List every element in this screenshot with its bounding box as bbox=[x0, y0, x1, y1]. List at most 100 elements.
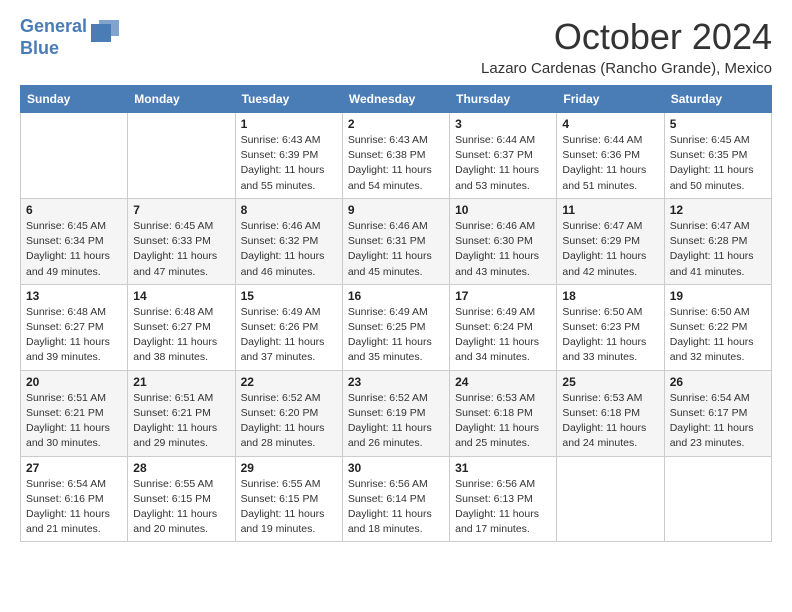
day-info: Sunrise: 6:49 AMSunset: 6:26 PMDaylight:… bbox=[241, 306, 325, 364]
logo: General Blue bbox=[20, 16, 119, 59]
calendar-cell: 18 Sunrise: 6:50 AMSunset: 6:23 PMDayligh… bbox=[557, 284, 664, 370]
calendar-cell: 25 Sunrise: 6:53 AMSunset: 6:18 PMDayligh… bbox=[557, 370, 664, 456]
calendar-cell: 24 Sunrise: 6:53 AMSunset: 6:18 PMDayligh… bbox=[450, 370, 557, 456]
weekday-header-wednesday: Wednesday bbox=[342, 86, 449, 113]
calendar-cell: 21 Sunrise: 6:51 AMSunset: 6:21 PMDayligh… bbox=[128, 370, 235, 456]
title-block: October 2024 Lazaro Cardenas (Rancho Gra… bbox=[481, 16, 772, 77]
calendar-cell: 15Sunrise: 6:49 AMSunset: 6:26 PMDayligh… bbox=[235, 284, 342, 370]
calendar-cell: 28 Sunrise: 6:55 AMSunset: 6:15 PMDayligh… bbox=[128, 456, 235, 542]
day-number: 26 bbox=[670, 375, 766, 389]
day-info: Sunrise: 6:46 AMSunset: 6:32 PMDaylight:… bbox=[241, 220, 325, 278]
day-number: 1 bbox=[241, 117, 337, 131]
calendar-cell: 10Sunrise: 6:46 AMSunset: 6:30 PMDayligh… bbox=[450, 198, 557, 284]
day-info: Sunrise: 6:51 AMSunset: 6:21 PMDaylight:… bbox=[133, 392, 217, 450]
calendar-cell: 19 Sunrise: 6:50 AMSunset: 6:22 PMDayligh… bbox=[664, 284, 771, 370]
day-number: 9 bbox=[348, 203, 444, 217]
day-info: Sunrise: 6:45 AMSunset: 6:34 PMDaylight:… bbox=[26, 220, 110, 278]
page-header: General Blue October 2024 Lazaro Cardena… bbox=[20, 16, 772, 77]
day-number: 14 bbox=[133, 289, 229, 303]
calendar-cell bbox=[557, 456, 664, 542]
day-number: 28 bbox=[133, 461, 229, 475]
calendar-cell: 3 Sunrise: 6:44 AMSunset: 6:37 PMDaylight… bbox=[450, 113, 557, 199]
calendar-cell: 7 Sunrise: 6:45 AMSunset: 6:33 PMDaylight… bbox=[128, 198, 235, 284]
weekday-header-thursday: Thursday bbox=[450, 86, 557, 113]
day-number: 7 bbox=[133, 203, 229, 217]
calendar-cell: 1Sunrise: 6:43 AMSunset: 6:39 PMDaylight… bbox=[235, 113, 342, 199]
calendar-cell: 23 Sunrise: 6:52 AMSunset: 6:19 PMDayligh… bbox=[342, 370, 449, 456]
calendar-cell: 13 Sunrise: 6:48 AMSunset: 6:27 PMDayligh… bbox=[21, 284, 128, 370]
day-info: Sunrise: 6:55 AMSunset: 6:15 PMDaylight:… bbox=[241, 478, 325, 536]
calendar-cell: 20 Sunrise: 6:51 AMSunset: 6:21 PMDayligh… bbox=[21, 370, 128, 456]
day-number: 27 bbox=[26, 461, 122, 475]
location-title: Lazaro Cardenas (Rancho Grande), Mexico bbox=[481, 60, 772, 77]
weekday-header-row: SundayMondayTuesdayWednesdayThursdayFrid… bbox=[21, 86, 772, 113]
day-number: 12 bbox=[670, 203, 766, 217]
day-info: Sunrise: 6:56 AMSunset: 6:13 PMDaylight:… bbox=[455, 478, 539, 536]
calendar-week-row: 6Sunrise: 6:45 AMSunset: 6:34 PMDaylight… bbox=[21, 198, 772, 284]
calendar-table: SundayMondayTuesdayWednesdayThursdayFrid… bbox=[20, 85, 772, 542]
day-info: Sunrise: 6:54 AMSunset: 6:16 PMDaylight:… bbox=[26, 478, 110, 536]
day-number: 13 bbox=[26, 289, 122, 303]
day-number: 3 bbox=[455, 117, 551, 131]
day-number: 17 bbox=[455, 289, 551, 303]
day-info: Sunrise: 6:48 AMSunset: 6:27 PMDaylight:… bbox=[133, 306, 217, 364]
calendar-cell: 5Sunrise: 6:45 AMSunset: 6:35 PMDaylight… bbox=[664, 113, 771, 199]
calendar-cell bbox=[664, 456, 771, 542]
weekday-header-friday: Friday bbox=[557, 86, 664, 113]
day-number: 18 bbox=[562, 289, 658, 303]
day-info: Sunrise: 6:44 AMSunset: 6:36 PMDaylight:… bbox=[562, 134, 646, 192]
day-info: Sunrise: 6:50 AMSunset: 6:22 PMDaylight:… bbox=[670, 306, 754, 364]
day-number: 29 bbox=[241, 461, 337, 475]
day-number: 4 bbox=[562, 117, 658, 131]
day-number: 10 bbox=[455, 203, 551, 217]
day-number: 31 bbox=[455, 461, 551, 475]
day-info: Sunrise: 6:51 AMSunset: 6:21 PMDaylight:… bbox=[26, 392, 110, 450]
calendar-cell: 22Sunrise: 6:52 AMSunset: 6:20 PMDayligh… bbox=[235, 370, 342, 456]
day-info: Sunrise: 6:47 AMSunset: 6:28 PMDaylight:… bbox=[670, 220, 754, 278]
calendar-cell: 26Sunrise: 6:54 AMSunset: 6:17 PMDayligh… bbox=[664, 370, 771, 456]
weekday-header-saturday: Saturday bbox=[664, 86, 771, 113]
calendar-week-row: 20 Sunrise: 6:51 AMSunset: 6:21 PMDayligh… bbox=[21, 370, 772, 456]
calendar-cell: 14 Sunrise: 6:48 AMSunset: 6:27 PMDayligh… bbox=[128, 284, 235, 370]
day-info: Sunrise: 6:46 AMSunset: 6:31 PMDaylight:… bbox=[348, 220, 432, 278]
day-info: Sunrise: 6:43 AMSunset: 6:38 PMDaylight:… bbox=[348, 134, 432, 192]
day-number: 16 bbox=[348, 289, 444, 303]
day-number: 25 bbox=[562, 375, 658, 389]
calendar-cell: 16Sunrise: 6:49 AMSunset: 6:25 PMDayligh… bbox=[342, 284, 449, 370]
day-number: 19 bbox=[670, 289, 766, 303]
day-info: Sunrise: 6:55 AMSunset: 6:15 PMDaylight:… bbox=[133, 478, 217, 536]
calendar-week-row: 27 Sunrise: 6:54 AMSunset: 6:16 PMDayligh… bbox=[21, 456, 772, 542]
month-title: October 2024 bbox=[481, 16, 772, 58]
day-info: Sunrise: 6:47 AMSunset: 6:29 PMDaylight:… bbox=[562, 220, 646, 278]
day-info: Sunrise: 6:48 AMSunset: 6:27 PMDaylight:… bbox=[26, 306, 110, 364]
day-info: Sunrise: 6:53 AMSunset: 6:18 PMDaylight:… bbox=[455, 392, 539, 450]
calendar-week-row: 1Sunrise: 6:43 AMSunset: 6:39 PMDaylight… bbox=[21, 113, 772, 199]
day-number: 11 bbox=[562, 203, 658, 217]
weekday-header-monday: Monday bbox=[128, 86, 235, 113]
day-info: Sunrise: 6:53 AMSunset: 6:18 PMDaylight:… bbox=[562, 392, 646, 450]
day-info: Sunrise: 6:45 AMSunset: 6:35 PMDaylight:… bbox=[670, 134, 754, 192]
day-number: 24 bbox=[455, 375, 551, 389]
day-info: Sunrise: 6:44 AMSunset: 6:37 PMDaylight:… bbox=[455, 134, 539, 192]
calendar-cell bbox=[128, 113, 235, 199]
calendar-cell: 12 Sunrise: 6:47 AMSunset: 6:28 PMDayligh… bbox=[664, 198, 771, 284]
day-number: 20 bbox=[26, 375, 122, 389]
weekday-header-sunday: Sunday bbox=[21, 86, 128, 113]
day-number: 2 bbox=[348, 117, 444, 131]
day-number: 23 bbox=[348, 375, 444, 389]
day-number: 21 bbox=[133, 375, 229, 389]
calendar-cell: 17Sunrise: 6:49 AMSunset: 6:24 PMDayligh… bbox=[450, 284, 557, 370]
calendar-cell: 6Sunrise: 6:45 AMSunset: 6:34 PMDaylight… bbox=[21, 198, 128, 284]
calendar-cell: 29 Sunrise: 6:55 AMSunset: 6:15 PMDayligh… bbox=[235, 456, 342, 542]
weekday-header-tuesday: Tuesday bbox=[235, 86, 342, 113]
calendar-cell: 30Sunrise: 6:56 AMSunset: 6:14 PMDayligh… bbox=[342, 456, 449, 542]
calendar-cell: 9 Sunrise: 6:46 AMSunset: 6:31 PMDaylight… bbox=[342, 198, 449, 284]
day-info: Sunrise: 6:52 AMSunset: 6:19 PMDaylight:… bbox=[348, 392, 432, 450]
day-info: Sunrise: 6:45 AMSunset: 6:33 PMDaylight:… bbox=[133, 220, 217, 278]
day-info: Sunrise: 6:50 AMSunset: 6:23 PMDaylight:… bbox=[562, 306, 646, 364]
calendar-cell: 31 Sunrise: 6:56 AMSunset: 6:13 PMDayligh… bbox=[450, 456, 557, 542]
day-number: 22 bbox=[241, 375, 337, 389]
calendar-cell bbox=[21, 113, 128, 199]
calendar-cell: 2 Sunrise: 6:43 AMSunset: 6:38 PMDaylight… bbox=[342, 113, 449, 199]
day-number: 30 bbox=[348, 461, 444, 475]
